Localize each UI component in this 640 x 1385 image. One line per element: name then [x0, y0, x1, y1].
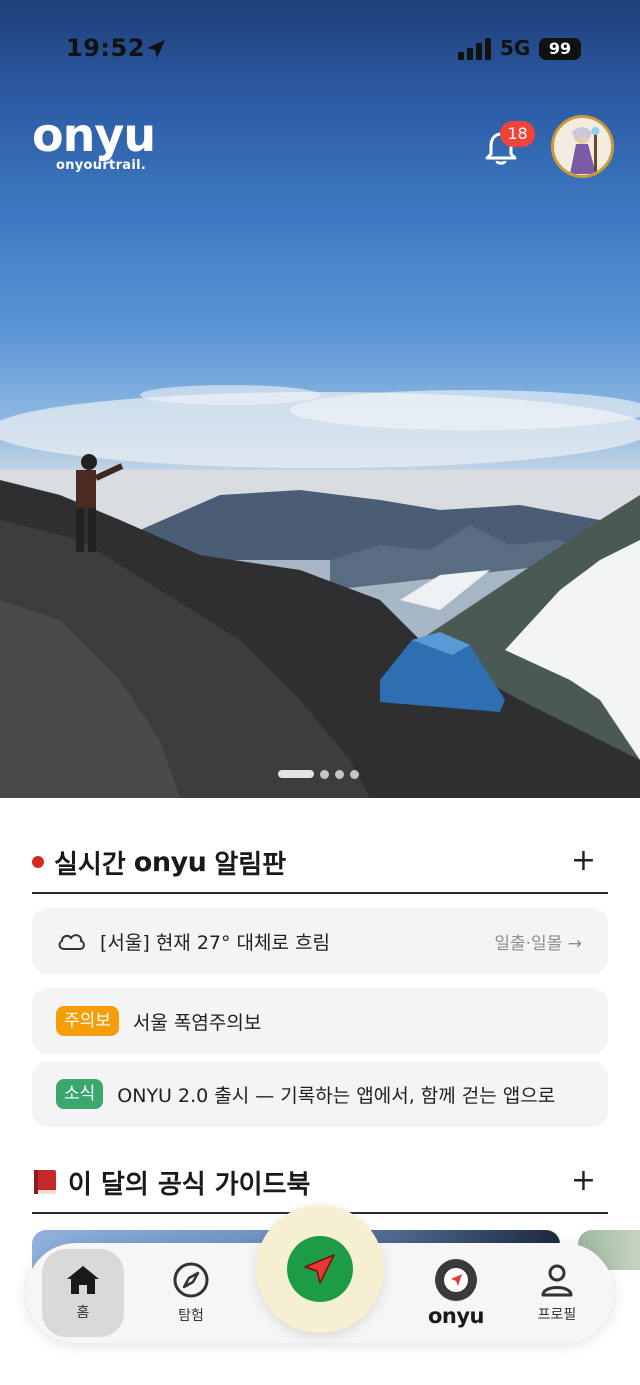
alert-badge: 주의보 [56, 1006, 119, 1036]
live-dot-icon [32, 856, 44, 868]
tab-explore-label: 탐험 [178, 1308, 204, 1324]
news-card[interactable]: 소식 ONYU 2.0 출시 — 기록하는 앱에서, 함께 걷는 앱으로 [32, 1061, 608, 1127]
alert-text: 서울 폭염주의보 [132, 1011, 262, 1034]
home-icon [67, 1266, 99, 1294]
navigate-icon [304, 1254, 335, 1284]
tab-profile[interactable]: 프로필 [516, 1249, 598, 1337]
signal-icon [458, 38, 491, 60]
live-board-title-suffix: 알림판 [214, 849, 287, 880]
tab-home-label: 홈 [76, 1305, 90, 1321]
pager-dot[interactable] [350, 769, 359, 779]
weather-text: [서울] 현재 27° 대체로 흐림 [100, 931, 330, 954]
tab-onyu[interactable]: onyu [408, 1249, 504, 1337]
onyu-brand-icon [435, 1259, 477, 1301]
news-text: ONYU 2.0 출시 — 기록하는 앱에서, 함께 걷는 앱으로 [117, 1084, 556, 1107]
cloud-icon [58, 934, 85, 950]
weather-card[interactable]: [서울] 현재 27° 대체로 흐림 일출·일몰 → [32, 908, 608, 974]
battery-indicator: 99 [539, 38, 581, 60]
tab-onyu-label: onyu [427, 1304, 485, 1328]
pager-dot[interactable] [335, 769, 344, 779]
tab-home[interactable]: 홈 [42, 1249, 124, 1337]
pager-dot[interactable] [320, 769, 329, 779]
carousel-pager[interactable] [278, 769, 359, 779]
location-arrow-icon [147, 40, 165, 58]
compass-icon [173, 1262, 209, 1298]
notification-badge: 18 [500, 121, 535, 147]
live-board-title-prefix: 실시간 [54, 849, 126, 880]
status-bar: 19:52 5G 99 [0, 30, 640, 70]
tab-profile-label: 프로필 [537, 1307, 577, 1323]
profile-icon [541, 1264, 573, 1297]
logo-wordmark: onyu [32, 108, 156, 162]
navigate-fab-button[interactable] [256, 1205, 384, 1333]
book-icon [34, 1170, 56, 1194]
news-badge: 소식 [56, 1079, 104, 1109]
pager-dot-active[interactable] [278, 770, 314, 778]
network-type: 5G [500, 36, 531, 60]
live-board-add-button[interactable]: + [571, 846, 596, 876]
status-time: 19:52 [66, 34, 145, 62]
guidebook-add-button[interactable]: + [571, 1166, 596, 1196]
live-board-title-brand: onyu [133, 846, 207, 878]
alert-card[interactable]: 주의보 서울 폭염주의보 [32, 988, 608, 1054]
wizard-avatar-icon [570, 127, 600, 174]
app-logo[interactable]: onyu onyourtrail. [32, 112, 172, 173]
fab-inner [287, 1236, 353, 1302]
live-board-header: 실시간 onyu 알림판 + [32, 832, 608, 894]
tab-explore[interactable]: 탐험 [150, 1249, 232, 1337]
guidebook-title: 이 달의 공식 가이드북 [68, 1169, 311, 1200]
hero-banner[interactable]: 19:52 5G 99 onyu onyourtrail. 18 [0, 0, 640, 798]
avatar[interactable] [551, 115, 614, 178]
sunrise-sunset-link[interactable]: 일출·일몰 → [494, 929, 582, 954]
